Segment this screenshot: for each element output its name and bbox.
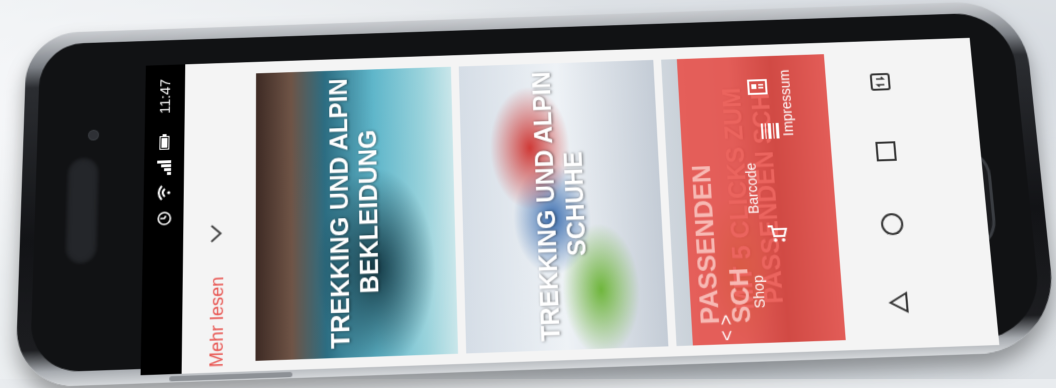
carousel-arrows[interactable]: < >: [713, 307, 740, 349]
bottom-tab-bar: PASSENDEN SCH < > Shop Barcode Impressum: [676, 54, 846, 346]
phone-bezel: 11:47 Mehr lesen TREKKING UND ALPIN BEKL…: [29, 11, 1044, 376]
wifi-icon: [154, 183, 174, 203]
battery-icon: [154, 132, 174, 152]
card-clothing[interactable]: TREKKING UND ALPIN BEKLEIDUNG: [255, 66, 459, 361]
read-more-link[interactable]: Mehr lesen: [196, 253, 238, 368]
back-icon[interactable]: [880, 285, 917, 321]
earpiece-speaker: [63, 155, 101, 266]
card-title: TREKKING UND ALPIN SCHUHE: [528, 71, 592, 343]
app-header: Mehr lesen: [181, 62, 251, 374]
home-icon[interactable]: [874, 207, 911, 242]
card-title: TREKKING UND ALPIN BEKLEIDUNG: [325, 78, 385, 350]
alarm-icon: [153, 208, 173, 229]
tab-barcode[interactable]: Barcode: [742, 147, 807, 228]
rotate-icon[interactable]: [862, 65, 898, 99]
promo-title: PASSENDEN SCH: [685, 164, 757, 325]
signal-icon: [154, 157, 174, 177]
info-card-icon[interactable]: [743, 73, 772, 101]
tab-shop[interactable]: Shop: [748, 250, 814, 333]
status-bar: 11:47: [140, 64, 186, 376]
chevron-down-icon[interactable]: [201, 218, 231, 249]
recents-icon[interactable]: [868, 134, 905, 168]
card-shoes[interactable]: TREKKING UND ALPIN SCHUHE: [458, 59, 669, 354]
status-time: 11:47: [156, 78, 174, 115]
app-screen: 11:47 Mehr lesen TREKKING UND ALPIN BEKL…: [140, 37, 1000, 376]
smartphone-frame: 11:47 Mehr lesen TREKKING UND ALPIN BEKL…: [14, 0, 1056, 388]
front-camera: [88, 130, 99, 140]
system-navigation-bar: [823, 50, 958, 341]
